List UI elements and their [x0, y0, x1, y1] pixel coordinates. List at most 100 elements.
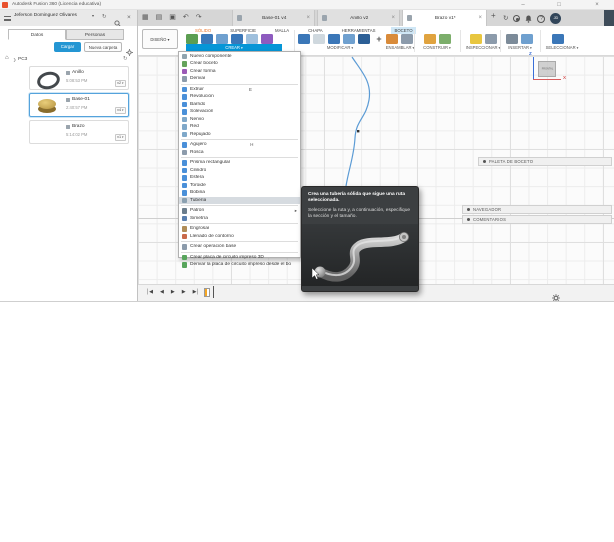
sweep-icon[interactable]: [231, 33, 243, 44]
file-card[interactable]: Brazo 5:14:02 PM v1: [29, 120, 129, 144]
navigator-bar[interactable]: NAVEGADOR: [462, 205, 612, 214]
timeline-step-forward-button[interactable]: ▶: [182, 289, 186, 296]
undo-icon[interactable]: ↶: [183, 12, 189, 24]
panel-close-icon[interactable]: ×: [127, 13, 131, 22]
new-component-icon[interactable]: [386, 33, 398, 44]
menu-item[interactable]: Barrido: [179, 101, 300, 109]
timeline-step-back-button[interactable]: ◀: [160, 289, 164, 296]
shell-icon[interactable]: [328, 33, 340, 44]
timeline-begin-button[interactable]: │◀: [146, 289, 153, 296]
menu-item[interactable]: Derivar: [179, 75, 300, 83]
file-card[interactable]: Anillo 5:08:53 PM v2: [29, 66, 129, 90]
insert-group-label[interactable]: INSERTAR: [500, 44, 540, 51]
redo-icon[interactable]: ↷: [196, 12, 202, 24]
version-badge[interactable]: v2: [114, 80, 126, 87]
create-sketch-icon[interactable]: [186, 33, 198, 44]
comments-bar[interactable]: COMENTARIOS: [462, 215, 612, 224]
home-icon[interactable]: ⌂: [5, 55, 9, 61]
timeline-play-button[interactable]: ▶: [171, 289, 175, 296]
data-panel-toggle-icon[interactable]: ▦: [142, 12, 149, 24]
sketch-palette-bar[interactable]: PALETA DE BOCETO: [478, 157, 612, 166]
form-icon[interactable]: [261, 33, 273, 44]
panel-tab-personas[interactable]: Personas: [66, 29, 124, 40]
timeline-end-button[interactable]: ▶│: [193, 289, 200, 296]
menu-item[interactable]: Patrón ▸: [179, 207, 300, 215]
ribbon-env-tab[interactable]: MALLA: [272, 27, 292, 34]
refresh-icon[interactable]: ↻: [102, 13, 107, 22]
minimize-button[interactable]: –: [518, 1, 528, 9]
menu-item[interactable]: Tubería: [179, 196, 300, 204]
menu-item[interactable]: Rosca: [179, 149, 300, 157]
user-name[interactable]: Jeferson Dominguez Olivares: [14, 13, 77, 18]
save-icon[interactable]: ▣: [169, 12, 176, 24]
tab-close-icon[interactable]: ×: [478, 15, 482, 21]
section-analysis-icon[interactable]: [485, 33, 497, 44]
offset-face-icon[interactable]: [358, 33, 370, 44]
revolve-icon[interactable]: [216, 33, 228, 44]
file-card[interactable]: Base-01 2:40:57 PM v4: [29, 93, 129, 117]
menu-item[interactable]: Red: [179, 123, 300, 131]
menu-item[interactable]: Llenado de contorno: [179, 233, 300, 241]
version-badge[interactable]: v4: [114, 107, 126, 114]
menu-item[interactable]: Repujado: [179, 131, 300, 139]
offset-plane-icon[interactable]: [439, 33, 451, 44]
menu-item[interactable]: Prisma rectangular: [179, 159, 300, 167]
menu-item[interactable]: Solevación: [179, 108, 300, 116]
menu-item[interactable]: Crear operación base: [179, 243, 300, 251]
timeline-marker[interactable]: [204, 288, 210, 297]
upload-button[interactable]: Cargar: [54, 42, 81, 52]
new-folder-button[interactable]: Nueva carpeta: [84, 42, 122, 52]
loft-icon[interactable]: [246, 33, 258, 44]
menu-item[interactable]: Crear forma: [179, 68, 300, 76]
press-pull-icon[interactable]: [298, 33, 310, 44]
measure-icon[interactable]: [470, 33, 482, 44]
user-menu-icon[interactable]: [4, 16, 11, 21]
canvas-icon[interactable]: [521, 33, 533, 44]
viewcube[interactable]: FRONTAL: [538, 61, 556, 77]
extensions-icon[interactable]: [513, 15, 521, 22]
menu-item[interactable]: Cilindro: [179, 167, 300, 175]
select-icon[interactable]: [552, 33, 564, 44]
menu-item[interactable]: Derivar la placa de circuito impreso des…: [179, 261, 300, 269]
tab-close-icon[interactable]: ×: [306, 15, 310, 21]
menu-item[interactable]: Revolución: [179, 93, 300, 101]
menu-item[interactable]: Agujero H: [179, 141, 300, 149]
insert-mesh-icon[interactable]: [506, 33, 518, 44]
maximize-button[interactable]: □: [554, 1, 564, 9]
select-group-label[interactable]: SELECCIONAR: [538, 44, 586, 51]
help-icon[interactable]: ?: [537, 14, 546, 23]
timeline-gear-icon[interactable]: [552, 289, 560, 307]
menu-item[interactable]: Nuevo componente: [179, 53, 300, 61]
file-menu-icon[interactable]: ▤: [156, 12, 163, 24]
menu-item[interactable]: Bobina: [179, 189, 300, 197]
menu-item[interactable]: Engrosar: [179, 225, 300, 233]
workspace-dropdown[interactable]: DISEÑO ▾: [142, 29, 178, 49]
menu-item[interactable]: Crear boceto: [179, 60, 300, 68]
construction-plane-icon[interactable]: [424, 33, 436, 44]
construct-group-label[interactable]: CONSTRUIR: [416, 44, 458, 51]
document-tab[interactable]: Base-01 v4 ×: [232, 10, 315, 26]
panel-tab-datos[interactable]: Datos: [8, 29, 66, 40]
close-button[interactable]: ×: [592, 1, 602, 9]
menu-item[interactable]: Toroide: [179, 182, 300, 190]
menu-item[interactable]: Simetría: [179, 215, 300, 223]
create-group-label[interactable]: CREAR: [186, 44, 282, 51]
combine-icon[interactable]: [343, 33, 355, 44]
job-status-sync-icon[interactable]: ↻: [503, 13, 508, 24]
extrude-icon[interactable]: [201, 33, 213, 44]
tab-close-icon[interactable]: ×: [391, 15, 395, 21]
breadcrumb[interactable]: PC3: [18, 57, 27, 62]
notifications-bell-icon[interactable]: [525, 10, 532, 28]
avatar[interactable]: JD: [550, 13, 562, 24]
panel-refresh-icon[interactable]: ↻: [123, 56, 128, 62]
joint-icon[interactable]: [401, 33, 413, 44]
menu-item[interactable]: Esfera: [179, 174, 300, 182]
menu-item[interactable]: Crear placa de circuito impreso 3D: [179, 254, 300, 262]
move-copy-icon[interactable]: +: [373, 34, 385, 44]
modify-group-label[interactable]: MODIFICAR: [288, 44, 392, 51]
fillet-icon[interactable]: [313, 33, 325, 44]
new-tab-button[interactable]: +: [491, 11, 496, 20]
version-badge[interactable]: v1: [114, 134, 126, 141]
timeline-position-cursor[interactable]: [213, 286, 214, 298]
menu-item[interactable]: Nervio: [179, 116, 300, 124]
